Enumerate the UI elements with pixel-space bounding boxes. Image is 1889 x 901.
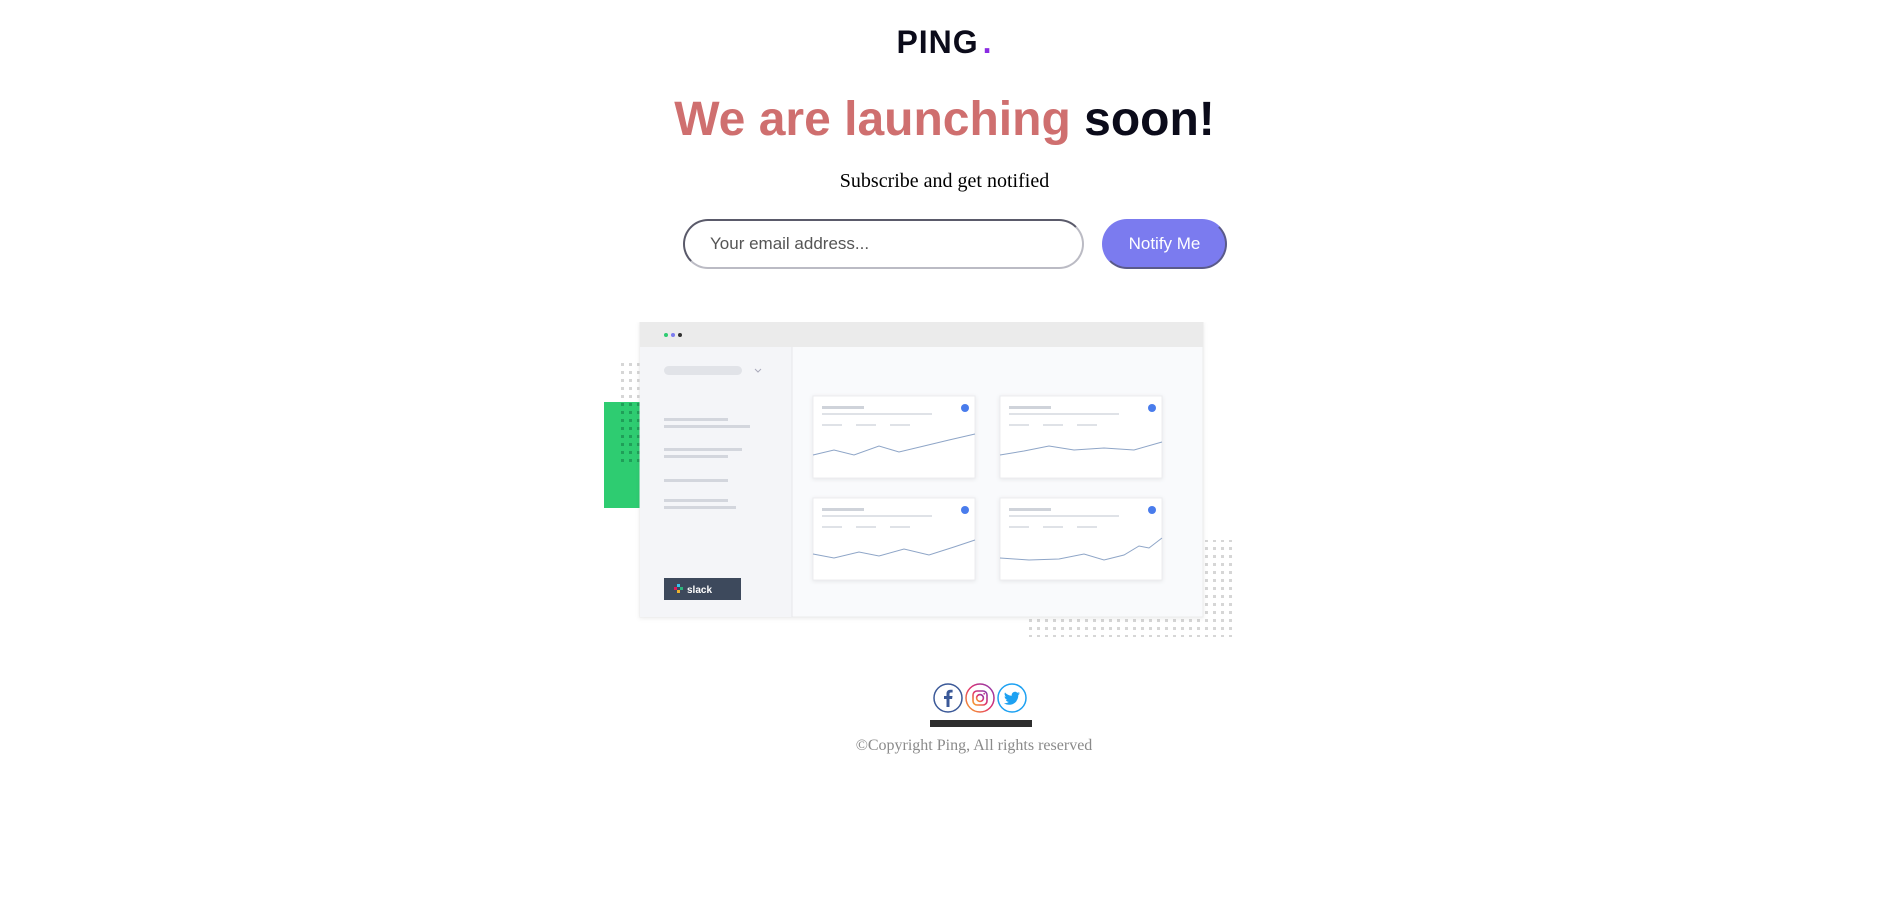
footer-copyright: ©Copyright Ping, All rights reserved xyxy=(855,737,1093,754)
email-field[interactable] xyxy=(683,219,1084,269)
headline-accent: We are launching xyxy=(674,93,1071,146)
subtitle: Subscribe and get notified xyxy=(839,170,1050,192)
page-title: We are launching soon! xyxy=(0,92,1889,147)
dashboard-illustration: slack xyxy=(604,322,1234,637)
social-links xyxy=(933,683,1033,713)
twitter-icon[interactable] xyxy=(997,683,1027,713)
decor-dots-overlap xyxy=(620,402,642,464)
facebook-icon[interactable] xyxy=(933,683,963,713)
chart-card xyxy=(999,395,1163,479)
headline-rest: soon! xyxy=(1084,93,1215,146)
logo-text: PING xyxy=(896,24,979,60)
logo-dot: . xyxy=(982,24,993,60)
notify-button[interactable]: Notify Me xyxy=(1102,219,1227,269)
logo: PING. xyxy=(0,24,1889,61)
chart-card xyxy=(999,497,1163,581)
chart-card xyxy=(812,395,976,479)
slack-badge-label: slack xyxy=(687,585,712,596)
instagram-icon[interactable] xyxy=(965,683,995,713)
chart-card xyxy=(812,497,976,581)
social-strip xyxy=(930,720,1032,727)
